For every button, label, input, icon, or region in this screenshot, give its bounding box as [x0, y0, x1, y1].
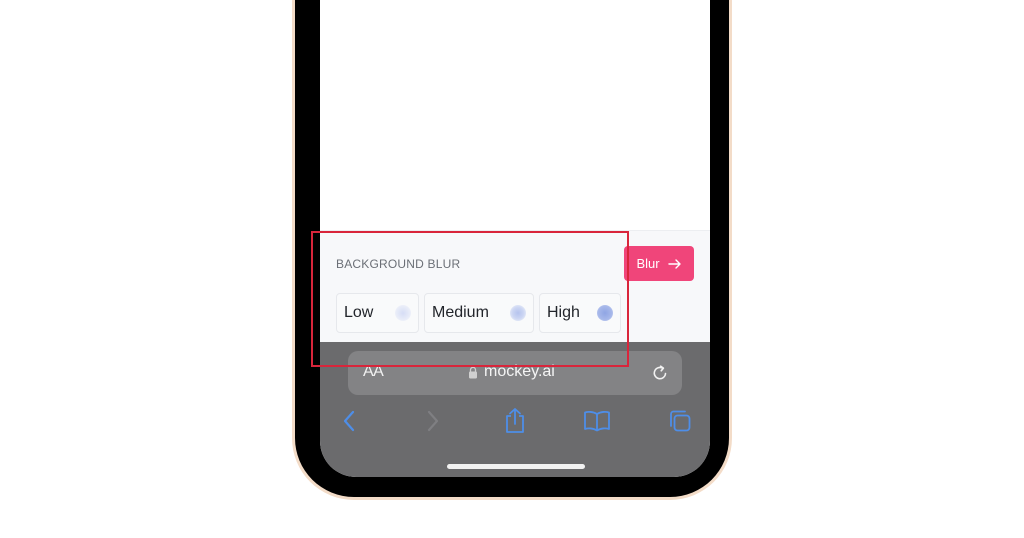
panel-title: BACKGROUND BLUR — [336, 257, 461, 271]
blur-button[interactable]: Blur — [624, 246, 694, 281]
url-text: mockey.ai — [484, 363, 555, 380]
background-blur-panel: BACKGROUND BLUR Blur Low Medium High — [320, 230, 710, 343]
reload-icon[interactable] — [650, 363, 670, 383]
phone-frame: BACKGROUND BLUR Blur Low Medium High AA … — [292, 0, 732, 500]
blur-option-medium[interactable]: Medium — [424, 293, 534, 333]
text-size-button[interactable]: AA — [363, 363, 384, 381]
address-bar[interactable]: AA mockey.ai — [348, 351, 682, 395]
blur-option-low[interactable]: Low — [336, 293, 419, 333]
tabs-icon[interactable] — [666, 407, 694, 435]
blur-options: Low Medium High — [336, 293, 621, 333]
home-indicator[interactable] — [447, 464, 585, 469]
blur-button-label: Blur — [636, 256, 660, 271]
blur-option-label: Low — [344, 304, 374, 321]
text-size-label: AA — [363, 363, 384, 380]
arrow-right-icon — [667, 257, 682, 271]
blur-option-label: Medium — [432, 304, 489, 321]
share-icon[interactable] — [501, 407, 529, 435]
safari-toolbar — [320, 404, 710, 438]
url-display[interactable]: mockey.ai — [468, 363, 555, 381]
blur-option-label: High — [547, 304, 580, 321]
blur-preview-dot — [597, 305, 613, 321]
safari-chrome: AA mockey.ai — [320, 342, 710, 477]
blur-preview-dot — [395, 305, 411, 321]
stage: BACKGROUND BLUR Blur Low Medium High AA … — [0, 0, 1024, 538]
blur-preview-dot — [510, 305, 526, 321]
phone-screen: BACKGROUND BLUR Blur Low Medium High AA … — [320, 0, 710, 477]
phone-bezel: BACKGROUND BLUR Blur Low Medium High AA … — [295, 0, 729, 497]
forward-icon[interactable] — [419, 407, 447, 435]
back-icon[interactable] — [335, 407, 363, 435]
bookmarks-icon[interactable] — [583, 407, 611, 435]
lock-icon — [468, 366, 478, 379]
blur-option-high[interactable]: High — [539, 293, 621, 333]
